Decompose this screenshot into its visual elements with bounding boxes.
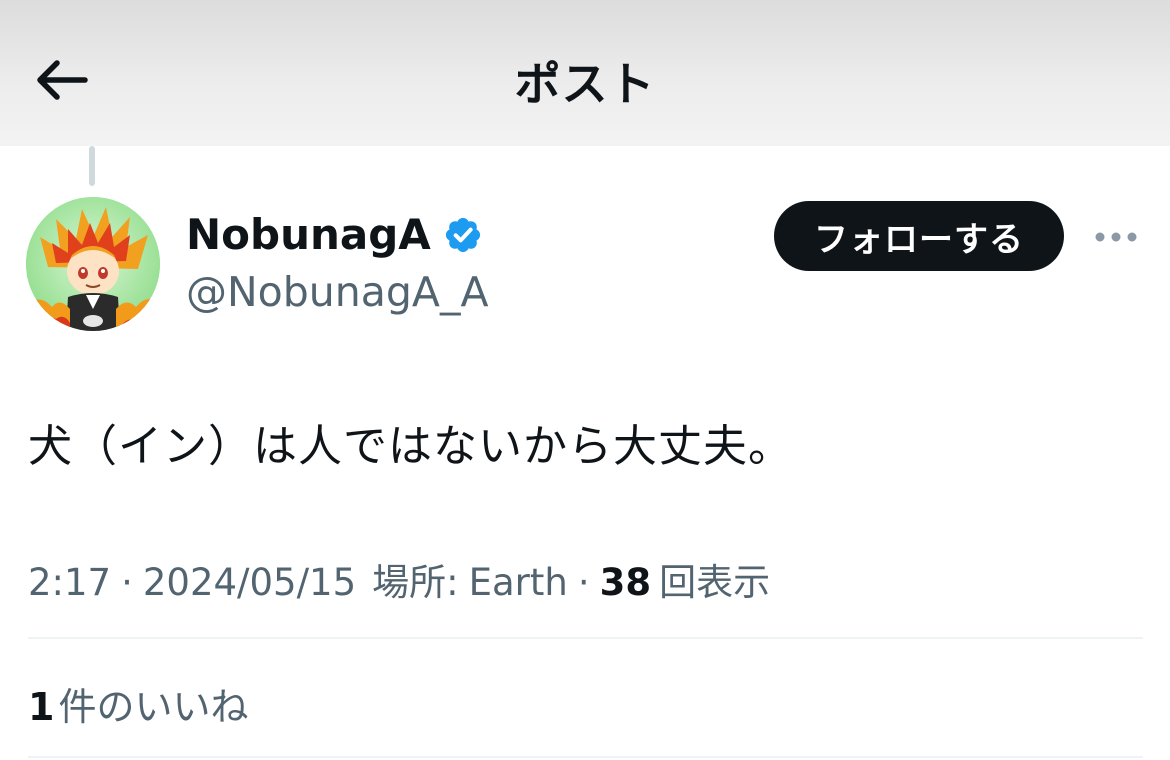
tweet-text: 犬（イン）は人ではないから大丈夫。 (28, 421, 793, 472)
tweet-location: Earth (468, 561, 568, 604)
thread-connector-line (89, 146, 95, 186)
follow-button[interactable]: フォローする (774, 201, 1064, 271)
meta-separator: · (121, 561, 133, 604)
meta-separator: · (577, 561, 590, 604)
more-options-button[interactable] (1090, 220, 1142, 254)
likes-count: 1 (28, 685, 55, 729)
avatar-image (26, 197, 160, 331)
tweet-metadata: 2:17 · 2024/05/15 場所: Earth · 38 回表示 (28, 552, 770, 606)
tweet-time[interactable]: 2:17 (28, 561, 111, 604)
author-handle[interactable]: @NobunagA_A (186, 268, 489, 316)
top-navigation-bar: ポスト (0, 0, 1170, 146)
author-display-name-row[interactable]: NobunagA (186, 210, 483, 259)
views-count: 38 (599, 561, 652, 604)
post-detail-page: ポスト NobunagA @NobunagA_A フォローする 犬（イン）は人で… (0, 0, 1170, 760)
avatar[interactable] (26, 197, 160, 331)
tweet-date[interactable]: 2024/05/15 (143, 561, 356, 604)
divider (28, 637, 1143, 639)
likes-link[interactable]: 1 件のいいね (28, 676, 248, 731)
author-display-name: NobunagA (186, 210, 431, 259)
page-title: ポスト (514, 57, 656, 111)
verified-badge-icon[interactable] (443, 215, 483, 255)
divider (28, 756, 1143, 758)
views-label: 回表示 (659, 561, 771, 604)
more-horizontal-icon (1095, 232, 1137, 242)
location-label: 場所: (372, 561, 459, 604)
likes-label: 件のいいね (58, 685, 249, 729)
